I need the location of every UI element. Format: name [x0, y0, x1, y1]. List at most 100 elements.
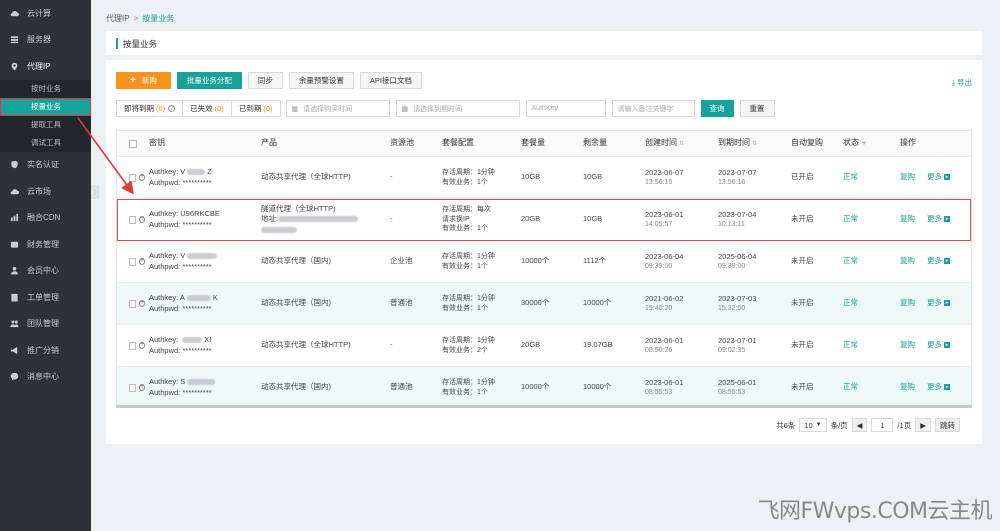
more-link[interactable]: 更多 ▸: [927, 382, 950, 391]
authkey-input[interactable]: AuthKey: [525, 100, 606, 117]
help-icon[interactable]: ?: [168, 105, 176, 112]
table-row[interactable]: + Authkey: V Z Authpwd: ********** 动态共享代理（…: [117, 157, 971, 199]
table-row[interactable]: + Authkey: XI Authpwd: ********** 动态共享代理（…: [117, 325, 971, 367]
sidebar-submenu: 按时业务 按量业务 提取工具 调试工具: [0, 79, 91, 152]
expire-time: 08:55:53: [718, 388, 746, 396]
table-row[interactable]: + Authkey: A K Authpwd: ********** 动态共享代理（…: [117, 283, 971, 325]
sidebar-item-team[interactable]: 团队管理: [0, 311, 91, 338]
sidebar-item-member[interactable]: 会员中心: [0, 258, 91, 285]
sync-button[interactable]: 同步: [247, 72, 283, 89]
cloud-icon: [9, 8, 19, 18]
row-checkbox[interactable]: [129, 215, 136, 224]
renew-link[interactable]: 复购: [900, 256, 915, 265]
row-key: Authkey: U96RKCBE Authpwd: **********: [149, 209, 261, 229]
expand-icon[interactable]: +: [138, 173, 145, 181]
filter-expired[interactable]: 已到期 (0): [230, 100, 281, 117]
config-line: 存活周期：1分钟: [442, 253, 495, 261]
renew-link[interactable]: 复购: [900, 172, 915, 181]
batch-assign-button[interactable]: 批量业务分配: [176, 72, 242, 89]
row-checkbox[interactable]: [129, 383, 136, 392]
renew-link[interactable]: 复购: [900, 340, 915, 349]
query-button[interactable]: 查询: [700, 100, 734, 117]
table-row[interactable]: + Authkey: S Authpwd: ********** 动态共享代理（国…: [117, 367, 971, 405]
select-all-checkbox[interactable]: [129, 139, 137, 148]
new-button[interactable]: + 新购: [116, 72, 171, 89]
more-label: 更多: [927, 256, 942, 266]
sidebar-item-server[interactable]: 服务器: [0, 27, 91, 54]
sidebar-item-cdn[interactable]: 融合CDN: [0, 205, 91, 232]
expand-icon[interactable]: +: [138, 257, 145, 265]
header-status[interactable]: 状态 ▼: [843, 138, 900, 149]
header-created[interactable]: 创建时间 ⇅: [645, 138, 718, 149]
authkey-text: Authkey:: [149, 335, 181, 345]
expand-icon[interactable]: +: [138, 299, 145, 307]
authkey-text: Authkey: U96RKCBE: [149, 209, 220, 219]
sidebar-item-label: 融合CDN: [27, 213, 61, 223]
page-number-input[interactable]: 1: [871, 418, 894, 432]
prev-page-button[interactable]: ◀: [851, 418, 868, 432]
reset-button[interactable]: 重置: [739, 100, 775, 117]
sidebar-item-cloud[interactable]: 云计算: [0, 0, 91, 27]
expand-icon[interactable]: +: [138, 215, 145, 223]
row-auto-renew: 未开启: [791, 382, 814, 392]
sidebar-item-verification[interactable]: 实名认证: [0, 152, 91, 179]
sidebar-subitem-debug-tool[interactable]: 调试工具: [0, 134, 91, 152]
expand-icon[interactable]: +: [138, 341, 145, 349]
sidebar-item-proxy-ip[interactable]: 代理IP: [0, 53, 91, 80]
expand-icon[interactable]: +: [138, 383, 145, 391]
header-expire[interactable]: 到期时间 ⇅: [718, 138, 791, 149]
row-expire: 2023-07-04 10:13:11: [718, 210, 791, 230]
row-config: 存活周期：1分钟 有效业务：1个: [442, 378, 521, 397]
header-ops: 操作: [900, 138, 916, 148]
expire-time: 10:13:11: [718, 220, 745, 228]
filter-expired-label: 已到期: [238, 104, 262, 113]
filter-invalid[interactable]: 已失效 (0): [182, 100, 232, 117]
balance-alert-button[interactable]: 余量预警设置: [288, 72, 354, 89]
expire-time-input[interactable]: ▦ 请选择到期时间: [395, 100, 520, 117]
renew-link[interactable]: 复购: [900, 382, 915, 391]
buy-time-input[interactable]: ▦ 请选择购买时间: [285, 100, 390, 117]
remark-input[interactable]: 请输入备注关键字: [611, 100, 695, 117]
page-size-select[interactable]: 10 ▼: [799, 418, 827, 432]
sidebar-subitem-traffic-based[interactable]: 按量业务: [0, 97, 91, 116]
created-date: 2023-06-04: [645, 251, 684, 261]
more-link[interactable]: 更多 ▸: [927, 214, 950, 223]
more-link[interactable]: 更多 ▸: [927, 256, 950, 265]
renew-link[interactable]: 复购: [900, 214, 915, 223]
more-link[interactable]: 更多 ▸: [927, 298, 950, 307]
row-key: Authkey: S Authpwd: **********: [149, 377, 261, 397]
table-row[interactable]: + Authkey: U96RKCBE Authpwd: ********** 隧…: [117, 199, 971, 241]
breadcrumb-separator: >: [133, 14, 139, 23]
api-docs-button[interactable]: API接口文档: [359, 72, 422, 89]
goto-button[interactable]: 跳转: [935, 418, 960, 432]
row-package: 30000个: [521, 298, 550, 308]
row-checkbox[interactable]: [129, 341, 136, 350]
breadcrumb-root[interactable]: 代理IP: [106, 14, 130, 23]
created-time: 13:56:16: [645, 178, 673, 186]
sidebar-item-ticket[interactable]: 工单管理: [0, 284, 91, 311]
calendar-icon: ▦: [401, 105, 409, 113]
row-expire: 2023-07-03 15:32:00: [718, 294, 791, 314]
sidebar-item-finance[interactable]: 财务管理: [0, 231, 91, 258]
renew-link[interactable]: 复购: [900, 298, 915, 307]
export-link[interactable]: ⤓ 导出: [952, 77, 972, 88]
server-icon: [9, 35, 19, 45]
row-checkbox[interactable]: [129, 173, 136, 182]
redacted-mark: [261, 226, 297, 233]
row-checkbox[interactable]: [129, 257, 136, 266]
sidebar-item-label: 推广分销: [27, 345, 59, 355]
sidebar-item-cloud-market[interactable]: 云市场: [0, 178, 91, 205]
next-page-button[interactable]: ▶: [915, 418, 931, 432]
sidebar-item-promotion[interactable]: 推广分销: [0, 337, 91, 364]
sidebar-collapse-handle[interactable]: ⋮: [91, 185, 99, 199]
authpwd-text: Authpwd: **********: [149, 177, 212, 187]
more-link[interactable]: 更多 ▸: [927, 172, 950, 181]
sidebar-item-messages[interactable]: 消息中心: [0, 364, 91, 391]
table-row[interactable]: + Authkey: V Authpwd: ********** 动态共享代理（国…: [117, 241, 971, 283]
more-link[interactable]: 更多 ▸: [927, 340, 950, 349]
sidebar-subitem-extract-tool[interactable]: 提取工具: [0, 116, 91, 134]
filter-expiring[interactable]: 即将到期 (0)?: [116, 100, 184, 117]
sidebar-subitem-time-based[interactable]: 按时业务: [0, 80, 91, 98]
row-checkbox[interactable]: [129, 299, 136, 308]
pager-per-page: 条/页: [830, 420, 848, 430]
